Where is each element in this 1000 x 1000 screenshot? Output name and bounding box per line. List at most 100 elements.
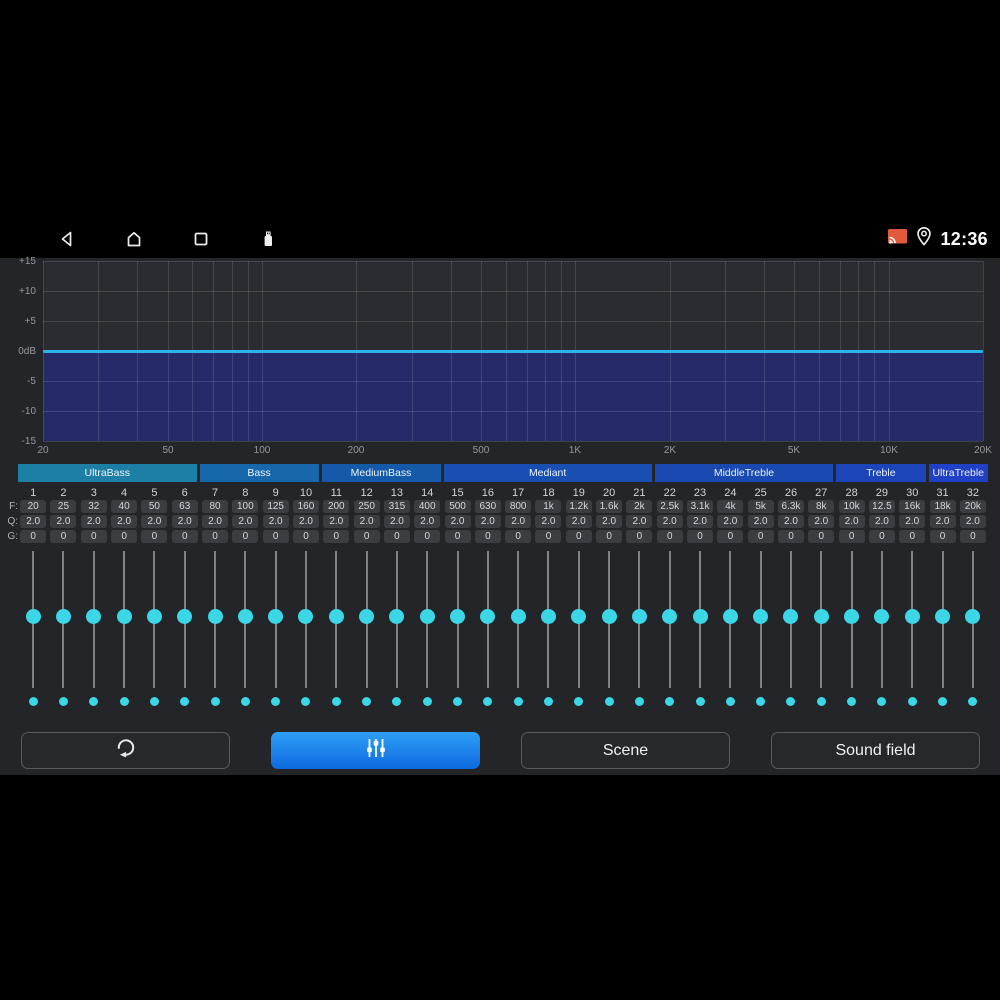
q-value-box[interactable]: 2.0 [323, 515, 350, 528]
band-slider[interactable] [958, 551, 988, 690]
freq-value-box[interactable]: 250 [353, 500, 380, 513]
q-value-box[interactable]: 2.0 [50, 515, 77, 528]
q-value-box[interactable]: 2.0 [808, 515, 835, 528]
q-value-box[interactable]: 2.0 [868, 515, 895, 528]
gain-value-box[interactable]: 0 [141, 530, 168, 543]
slider-knob[interactable] [783, 609, 799, 624]
q-value-box[interactable]: 2.0 [959, 515, 986, 528]
freq-value-box[interactable]: 32 [80, 500, 107, 513]
gain-value-box[interactable]: 0 [353, 530, 380, 543]
q-value-box[interactable]: 2.0 [262, 515, 289, 528]
slider-knob[interactable] [207, 609, 223, 624]
slider-knob[interactable] [268, 609, 284, 624]
freq-value-box[interactable]: 8k [808, 500, 835, 513]
band-slider[interactable] [200, 551, 230, 690]
freq-value-box[interactable]: 1k [535, 500, 562, 513]
band-slider[interactable] [776, 551, 806, 690]
slider-knob[interactable] [298, 609, 314, 624]
band-slider[interactable] [624, 551, 654, 690]
gain-value-box[interactable]: 0 [474, 530, 501, 543]
freq-value-box[interactable]: 5k [747, 500, 774, 513]
slider-knob[interactable] [55, 609, 71, 624]
gain-value-box[interactable]: 0 [838, 530, 865, 543]
band-slider[interactable] [442, 551, 472, 690]
band-slider[interactable] [806, 551, 836, 690]
freq-value-box[interactable]: 1.6k [596, 500, 623, 513]
freq-value-box[interactable]: 4k [717, 500, 744, 513]
freq-value-box[interactable]: 20k [959, 500, 986, 513]
freq-value-box[interactable]: 50 [141, 500, 168, 513]
band-slider[interactable] [261, 551, 291, 690]
slider-knob[interactable] [662, 609, 678, 624]
band-slider[interactable] [685, 551, 715, 690]
band-slider[interactable] [291, 551, 321, 690]
q-value-box[interactable]: 2.0 [505, 515, 532, 528]
q-value-box[interactable]: 2.0 [232, 515, 259, 528]
freq-value-box[interactable]: 16k [899, 500, 926, 513]
q-value-box[interactable]: 2.0 [687, 515, 714, 528]
freq-value-box[interactable]: 200 [323, 500, 350, 513]
slider-knob[interactable] [510, 609, 526, 624]
freq-value-box[interactable]: 40 [111, 500, 138, 513]
band-slider[interactable] [715, 551, 745, 690]
band-slider[interactable] [18, 551, 48, 690]
q-value-box[interactable]: 2.0 [414, 515, 441, 528]
sound-field-button[interactable]: Sound field [771, 732, 980, 769]
slider-knob[interactable] [480, 609, 496, 624]
slider-knob[interactable] [722, 609, 738, 624]
freq-value-box[interactable]: 25 [50, 500, 77, 513]
gain-value-box[interactable]: 0 [868, 530, 895, 543]
q-value-box[interactable]: 2.0 [777, 515, 804, 528]
freq-value-box[interactable]: 125 [262, 500, 289, 513]
equalizer-button[interactable] [271, 732, 480, 769]
q-value-box[interactable]: 2.0 [747, 515, 774, 528]
slider-knob[interactable] [874, 609, 890, 624]
gain-value-box[interactable]: 0 [444, 530, 471, 543]
band-slider[interactable] [79, 551, 109, 690]
slider-knob[interactable] [86, 609, 102, 624]
slider-knob[interactable] [935, 609, 951, 624]
slider-knob[interactable] [965, 609, 981, 624]
gain-value-box[interactable]: 0 [626, 530, 653, 543]
band-slider[interactable] [473, 551, 503, 690]
gain-value-box[interactable]: 0 [383, 530, 410, 543]
q-value-box[interactable]: 2.0 [899, 515, 926, 528]
slider-knob[interactable] [116, 609, 132, 624]
freq-value-box[interactable]: 800 [505, 500, 532, 513]
q-value-box[interactable]: 2.0 [717, 515, 744, 528]
gain-value-box[interactable]: 0 [323, 530, 350, 543]
gain-value-box[interactable]: 0 [535, 530, 562, 543]
gain-value-box[interactable]: 0 [262, 530, 289, 543]
gain-value-box[interactable]: 0 [20, 530, 47, 543]
gain-value-box[interactable]: 0 [687, 530, 714, 543]
gain-value-box[interactable]: 0 [747, 530, 774, 543]
q-value-box[interactable]: 2.0 [383, 515, 410, 528]
gain-value-box[interactable]: 0 [808, 530, 835, 543]
slider-knob[interactable] [601, 609, 617, 624]
gain-value-box[interactable]: 0 [292, 530, 319, 543]
gain-value-box[interactable]: 0 [717, 530, 744, 543]
slider-knob[interactable] [450, 609, 466, 624]
freq-value-box[interactable]: 6.3k [777, 500, 804, 513]
slider-knob[interactable] [904, 609, 920, 624]
band-slider[interactable] [351, 551, 381, 690]
q-value-box[interactable]: 2.0 [80, 515, 107, 528]
band-slider[interactable] [897, 551, 927, 690]
gain-value-box[interactable]: 0 [171, 530, 198, 543]
band-slider[interactable] [533, 551, 563, 690]
q-value-box[interactable]: 2.0 [565, 515, 592, 528]
gain-value-box[interactable]: 0 [202, 530, 229, 543]
band-slider[interactable] [109, 551, 139, 690]
freq-value-box[interactable]: 10k [838, 500, 865, 513]
freq-value-box[interactable]: 3.1k [687, 500, 714, 513]
freq-value-box[interactable]: 315 [383, 500, 410, 513]
band-slider[interactable] [867, 551, 897, 690]
freq-value-box[interactable]: 1.2k [565, 500, 592, 513]
q-value-box[interactable]: 2.0 [202, 515, 229, 528]
q-value-box[interactable]: 2.0 [535, 515, 562, 528]
scene-button[interactable]: Scene [521, 732, 730, 769]
gain-value-box[interactable]: 0 [565, 530, 592, 543]
back-icon[interactable] [56, 228, 78, 250]
reset-button[interactable] [21, 732, 230, 769]
band-slider[interactable] [655, 551, 685, 690]
